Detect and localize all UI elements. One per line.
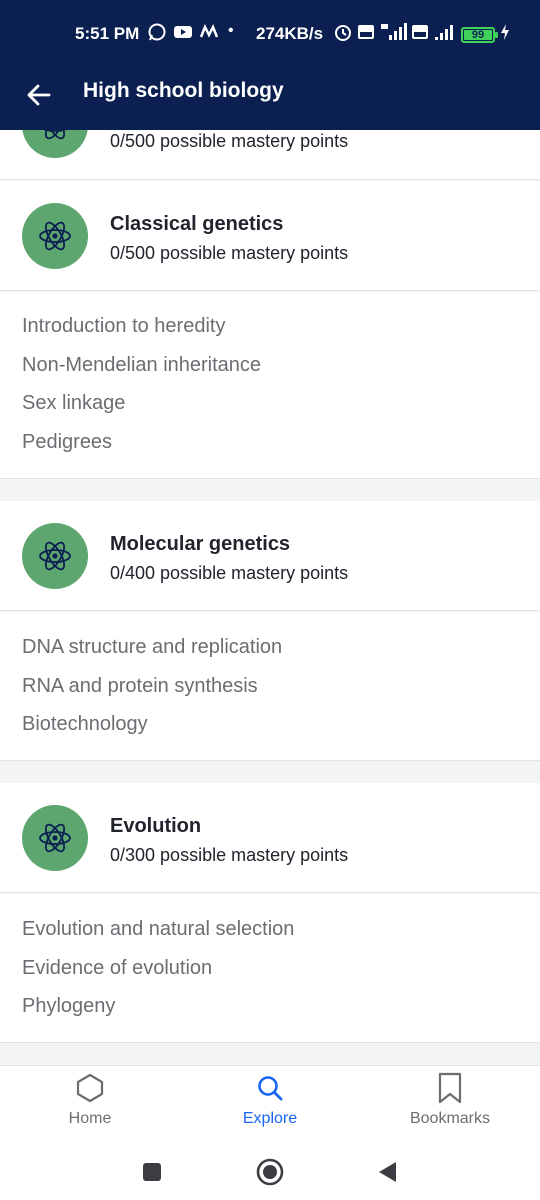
bottom-navigation: Home Explore Bookmarks	[0, 1065, 540, 1147]
unit-mastery-points: 0/400 possible mastery points	[110, 563, 349, 583]
lesson-item[interactable]: Introduction to heredity	[22, 315, 225, 338]
hexagon-icon	[74, 1072, 106, 1104]
whatsapp-icon	[147, 22, 167, 42]
nav-explore[interactable]: Explore	[180, 1066, 360, 1148]
status-dot: •	[228, 22, 234, 39]
atom-icon	[22, 523, 88, 589]
unit-header[interactable]: Molecular genetics 0/400 possible master…	[0, 501, 540, 611]
unit-title: Molecular genetics	[110, 533, 291, 555]
lesson-item[interactable]: RNA and protein synthesis	[22, 675, 258, 698]
lesson-item[interactable]: DNA structure and replication	[22, 636, 282, 659]
lesson-list: Evolution and natural selection Evidence…	[0, 894, 540, 1043]
triangle-back-icon	[379, 1162, 396, 1182]
lesson-item[interactable]: Evolution and natural selection	[22, 918, 294, 941]
nav-bookmarks-label: Bookmarks	[409, 1110, 491, 1127]
battery-icon: 99	[461, 26, 498, 43]
bookmark-icon	[434, 1072, 466, 1104]
youtube-icon	[173, 22, 193, 42]
atom-icon	[22, 203, 88, 269]
nav-home[interactable]: Home	[0, 1066, 180, 1148]
alarm-icon	[333, 22, 353, 47]
volte-icon-2	[411, 23, 429, 46]
unit-header[interactable]: Evolution 0/300 possible mastery points	[0, 783, 540, 893]
network-speed: 274KB/s	[256, 24, 324, 43]
lesson-list: Introduction to heredity Non-Mendelian i…	[0, 292, 540, 479]
unit-header[interactable]: 0/500 possible mastery points	[0, 130, 540, 180]
notification-icons	[147, 22, 219, 42]
lesson-item[interactable]: Phylogeny	[22, 995, 115, 1018]
lesson-item[interactable]: Pedigrees	[22, 431, 112, 454]
signal-5g-icon	[379, 22, 407, 47]
lesson-list: DNA structure and replication RNA and pr…	[0, 612, 540, 761]
unit-mastery-points: 0/300 possible mastery points	[110, 845, 349, 865]
circle-icon	[256, 1158, 284, 1186]
unit-mastery-points: 0/500 possible mastery points	[110, 131, 349, 151]
system-navigation-bar	[0, 1147, 540, 1200]
unit-title: Classical genetics	[110, 213, 284, 235]
app-bar: High school biology	[0, 66, 540, 130]
system-status-icons: 99	[333, 22, 511, 47]
square-icon	[143, 1163, 161, 1181]
lesson-item[interactable]: Biotechnology	[22, 713, 148, 736]
nav-home-label: Home	[68, 1110, 112, 1127]
unit-mastery-points: 0/500 possible mastery points	[110, 243, 349, 263]
volte-icon	[357, 23, 375, 46]
lesson-item[interactable]: Evidence of evolution	[22, 957, 212, 980]
status-bar: 5:51 PM • 274KB/s 99	[0, 0, 540, 66]
lesson-item[interactable]: Non-Mendelian inheritance	[22, 354, 261, 377]
charging-icon	[499, 23, 511, 46]
recents-button[interactable]	[136, 1156, 168, 1188]
myntra-icon	[199, 22, 219, 42]
atom-icon	[22, 130, 88, 158]
course-content[interactable]: 0/500 possible mastery points Classical …	[0, 130, 540, 1065]
signal-icon	[433, 22, 457, 47]
home-button[interactable]	[254, 1156, 286, 1188]
search-icon	[254, 1072, 286, 1104]
unit-title: Evolution	[110, 815, 202, 837]
battery-level: 99	[471, 28, 485, 41]
lesson-item[interactable]: Sex linkage	[22, 392, 125, 415]
atom-icon	[22, 805, 88, 871]
back-button[interactable]	[22, 78, 56, 112]
nav-bookmarks[interactable]: Bookmarks	[360, 1066, 540, 1148]
unit-header[interactable]: Classical genetics 0/500 possible master…	[0, 181, 540, 291]
nav-explore-label: Explore	[242, 1110, 298, 1127]
status-time: 5:51 PM	[75, 24, 140, 43]
back-nav-button[interactable]	[372, 1156, 404, 1188]
page-title: High school biology	[83, 79, 284, 102]
arrow-left-icon	[27, 84, 51, 106]
